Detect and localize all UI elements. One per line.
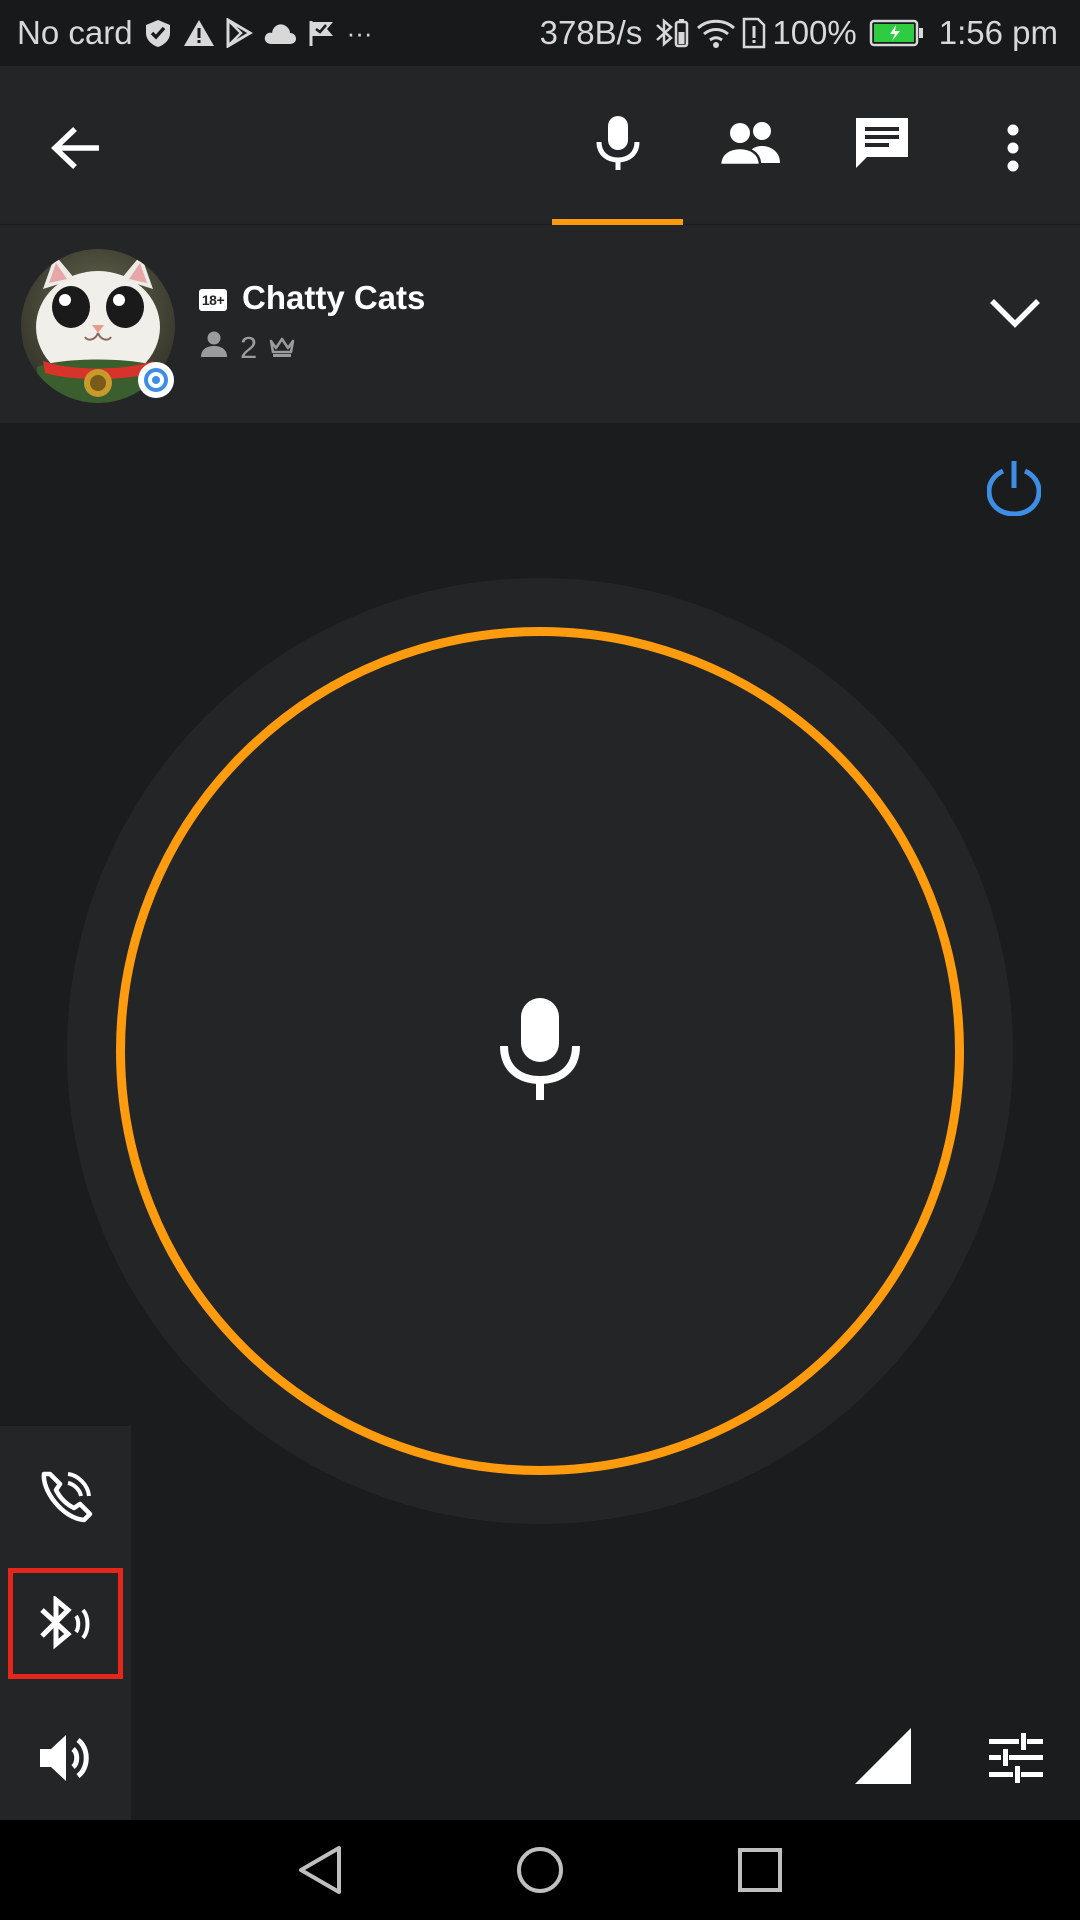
bluetooth-audio-icon	[38, 1596, 94, 1652]
cloud-icon	[263, 20, 297, 46]
tab-people[interactable]	[700, 66, 800, 219]
status-right: 378B/s 100% 1:56 pm	[540, 0, 1058, 66]
clock-text: 1:56 pm	[938, 14, 1058, 51]
battery-percent-text: 100%	[772, 14, 857, 51]
check-shield-icon	[143, 18, 173, 48]
member-count: 2	[240, 330, 258, 365]
bluetooth-audio-button[interactable]	[16, 1574, 116, 1674]
phone-audio-icon	[38, 1470, 94, 1526]
battery-icon	[869, 18, 925, 48]
carrier-text: No card	[17, 14, 133, 51]
app-bar	[0, 66, 1080, 224]
back-triangle-icon	[297, 1845, 343, 1895]
channel-name: Chatty Cats	[242, 279, 426, 316]
online-status-indicator	[138, 362, 174, 398]
tab-chat[interactable]	[832, 66, 932, 219]
signal-triangle-icon	[855, 1728, 911, 1784]
crown-icon	[269, 330, 295, 366]
recents-square-icon	[737, 1847, 783, 1893]
signal-strength-indicator	[850, 1723, 916, 1789]
check-flag-icon	[307, 18, 337, 48]
disconnect-power-button[interactable]	[974, 443, 1054, 533]
voice-main-area	[0, 423, 1080, 1820]
speaker-icon	[38, 1732, 94, 1784]
audio-settings-button[interactable]	[976, 1718, 1056, 1798]
warning-icon	[183, 18, 215, 48]
chevron-down-icon	[989, 297, 1041, 329]
phone-audio-button[interactable]	[16, 1448, 116, 1548]
wifi-icon	[696, 17, 736, 49]
audio-output-panel	[0, 1426, 131, 1820]
power-icon	[987, 460, 1041, 516]
play-store-icon	[225, 18, 253, 48]
home-circle-icon	[515, 1845, 565, 1895]
more-notifications-icon: ···	[346, 17, 373, 48]
app-screen: No card ··· 378B/s 100% 1:56 pm 18+ Chat…	[0, 0, 1080, 1920]
speaker-button[interactable]	[16, 1708, 116, 1808]
member-info: 2	[200, 328, 295, 368]
tune-sliders-icon	[989, 1733, 1043, 1783]
push-to-talk-button[interactable]	[116, 627, 964, 1475]
channel-header[interactable]: 18+ Chatty Cats 2	[0, 225, 1080, 423]
nav-recents-button[interactable]	[720, 1830, 800, 1910]
status-left: No card ···	[17, 0, 373, 66]
microphone-icon	[500, 996, 580, 1107]
person-icon	[200, 330, 228, 366]
status-bar: No card ··· 378B/s 100% 1:56 pm	[0, 0, 1080, 66]
back-button[interactable]	[36, 108, 116, 188]
net-speed-text: 378B/s	[539, 14, 643, 51]
arrow-back-icon	[51, 126, 101, 170]
bluetooth-battery-icon	[654, 16, 690, 50]
more-options-button[interactable]	[988, 98, 1038, 198]
system-nav-bar	[0, 1820, 1080, 1920]
nav-back-button[interactable]	[280, 1830, 360, 1910]
nav-home-button[interactable]	[500, 1830, 580, 1910]
sim-alert-icon	[742, 17, 766, 49]
more-vert-icon	[1006, 124, 1020, 172]
microphone-icon	[596, 115, 640, 171]
chat-icon	[853, 114, 911, 172]
expand-channel-button[interactable]	[975, 273, 1055, 353]
tab-voice[interactable]	[552, 66, 683, 219]
age-restriction-badge: 18+	[199, 289, 227, 311]
people-icon	[718, 121, 782, 165]
